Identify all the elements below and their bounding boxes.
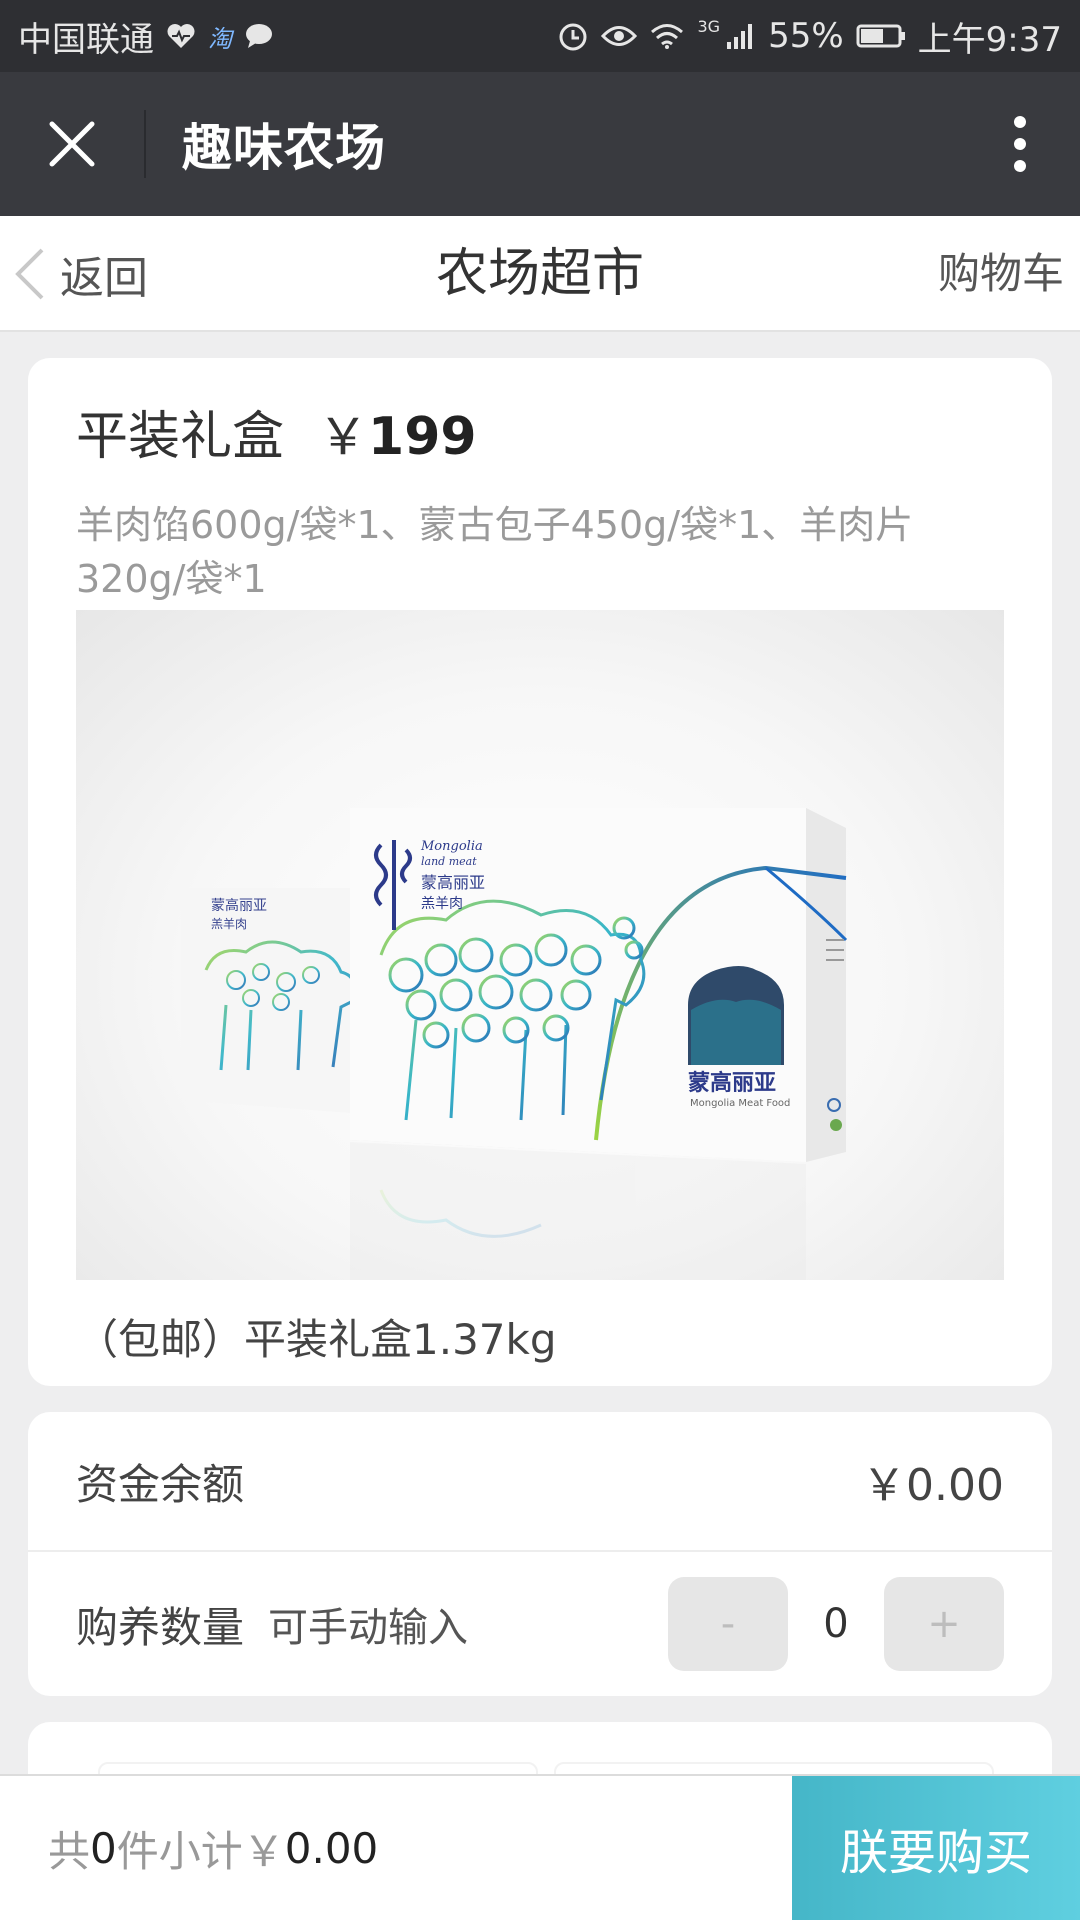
status-bar: 中国联通 淘 3G 55% 上午9:37 <box>0 0 1080 72</box>
quantity-hint: 可手动输入 <box>268 1605 469 1651</box>
box-en-sub: land meat <box>421 855 477 868</box>
quantity-input[interactable]: 0 <box>788 1601 884 1647</box>
signal-icon <box>726 22 756 50</box>
health-heart-icon <box>166 22 196 50</box>
back-button[interactable]: 返回 <box>12 216 148 332</box>
balance-row: 资金余额 ￥0.00 <box>28 1412 1052 1552</box>
store-header: 返回 农场超市 购物车 <box>0 216 1080 332</box>
balance-label: 资金余额 <box>76 1459 245 1509</box>
store-title: 农场超市 <box>435 244 644 304</box>
product-image: 蒙高丽亚 羔羊肉 蒙高丽亚 Mongolia Meat Food Mongoli… <box>76 610 1004 1280</box>
checkout-bar: 共 0 件小计￥ 0.00 朕要购买 <box>0 1774 1080 1920</box>
box-reflection <box>350 1142 806 1280</box>
quantity-row: 购养数量 可手动输入 - 0 + <box>28 1554 1052 1694</box>
battery-percent: 55% <box>768 16 844 56</box>
price-value: 199 <box>368 407 477 467</box>
back-label: 返回 <box>60 253 148 304</box>
buy-button[interactable]: 朕要购买 <box>792 1776 1080 1920</box>
back-gift-box: 蒙高丽亚 羔羊肉 <box>181 888 376 1115</box>
item-count: 0 <box>90 1823 117 1873</box>
subtotal-value: 0.00 <box>284 1823 379 1873</box>
shopping-cart-link[interactable]: 购物车 <box>938 216 1064 332</box>
close-button[interactable] <box>0 72 144 216</box>
box-side-brand: 蒙高丽亚 <box>688 1070 776 1096</box>
alarm-icon <box>557 20 589 52</box>
back-box-sub: 羔羊肉 <box>211 916 247 931</box>
product-card[interactable]: 平装礼盒 ￥199 羊肉馅600g/袋*1、蒙古包子450g/袋*1、羊肉片32… <box>28 358 1052 1386</box>
currency-symbol: ￥ <box>318 408 369 466</box>
more-vertical-icon <box>1014 116 1026 172</box>
back-box-brand: 蒙高丽亚 <box>211 897 267 914</box>
product-name: 平装礼盒 <box>76 407 285 467</box>
product-price: ￥199 <box>318 397 477 469</box>
carrier-label: 中国联通 <box>18 19 154 60</box>
quantity-label: 购养数量 <box>76 1602 245 1652</box>
order-summary: 共 0 件小计￥ 0.00 <box>0 1776 792 1920</box>
purchase-options-card: 资金余额 ￥0.00 购养数量 可手动输入 - 0 + <box>28 1412 1052 1696</box>
box-cn-brand: 蒙高丽亚 <box>421 873 485 892</box>
wifi-icon <box>649 22 685 50</box>
chat-bubble-icon <box>244 23 274 49</box>
box-side-en: Mongolia Meat Food <box>690 1098 790 1109</box>
front-gift-box: 蒙高丽亚 Mongolia Meat Food Mongolia land me… <box>350 808 848 1162</box>
eye-comfort-icon <box>601 23 638 49</box>
clock-time: 上午9:37 <box>917 19 1062 60</box>
close-icon <box>49 121 95 167</box>
product-caption: （包邮）平装礼盒1.37kg <box>76 1315 557 1364</box>
decrease-quantity-button[interactable]: - <box>668 1577 788 1671</box>
chevron-left-icon <box>15 248 44 300</box>
network-type-label: 3G <box>697 16 721 36</box>
more-menu-button[interactable] <box>960 72 1080 216</box>
battery-icon <box>856 23 906 49</box>
page-title: 趣味农场 <box>182 119 386 177</box>
product-title-row: 平装礼盒 ￥199 <box>76 394 477 469</box>
increase-quantity-button[interactable]: + <box>884 1577 1004 1671</box>
box-en-brand: Mongolia <box>420 839 483 854</box>
balance-value: ￥0.00 <box>862 1460 1004 1511</box>
box-cn-sub: 羔羊肉 <box>421 896 463 912</box>
quantity-stepper: - 0 + <box>668 1577 1004 1671</box>
summary-middle: 件小计￥ <box>116 1826 285 1876</box>
brand-emblem: 蒙高丽亚 Mongolia Meat Food <box>688 966 790 1109</box>
webview-title-bar: 趣味农场 <box>0 72 1080 216</box>
taobao-icon: 淘 <box>208 24 232 53</box>
product-description: 羊肉馅600g/袋*1、蒙古包子450g/袋*1、羊肉片320g/袋*1 <box>76 503 914 601</box>
summary-prefix: 共 <box>48 1826 91 1876</box>
